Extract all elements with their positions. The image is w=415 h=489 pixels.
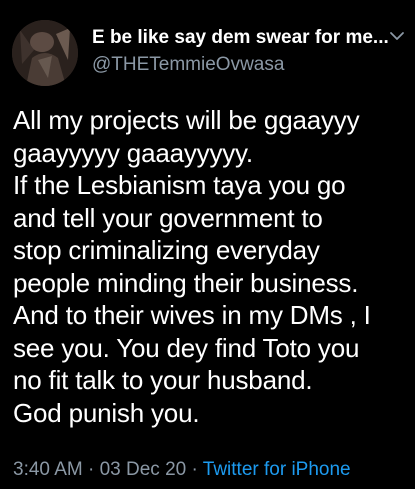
tweet-text-line: people minding their business.: [13, 267, 359, 298]
tweet-text-line: If the Lesbianism taya you go: [13, 170, 346, 200]
tweet-date[interactable]: 03 Dec 20: [100, 459, 187, 480]
avatar[interactable]: [12, 20, 78, 86]
tweet-text-line: God punish you.: [13, 397, 200, 428]
tweet-header: E be like say dem swear for me... @THETe…: [12, 20, 407, 90]
display-name[interactable]: E be like say dem swear for me...: [92, 26, 389, 50]
meta-separator: ·: [88, 459, 100, 480]
avatar-photo-icon: [12, 20, 78, 86]
tweet-text-line: All my projects will be ggaayyy: [13, 105, 360, 135]
tweet-text-line: and tell your government to: [13, 202, 323, 233]
tweet-text: All my projects will be ggaayyy gaayyyyy…: [13, 104, 408, 429]
tweet-text-line: stop criminalizing everyday: [13, 235, 320, 265]
tweet-text-line: see you. You dey find Toto you: [13, 332, 360, 363]
tweet-menu-button[interactable]: [387, 26, 407, 46]
tweet-text-line: gaayyyyy gaaayyyyy.: [13, 137, 253, 168]
tweet-card: E be like say dem swear for me... @THETe…: [0, 0, 415, 489]
user-names: E be like say dem swear for me... @THETe…: [92, 26, 389, 77]
meta-separator: ·: [191, 459, 203, 480]
tweet-text-line: And to their wives in my DMs , I: [13, 300, 371, 330]
chevron-down-icon: [390, 32, 404, 40]
user-handle[interactable]: @THETemmieOvwasa: [92, 53, 382, 77]
tweet-time[interactable]: 3:40 AM: [13, 459, 83, 480]
tweet-meta: 3:40 AM · 03 Dec 20 · Twitter for iPhone: [13, 458, 351, 482]
tweet-source-link[interactable]: Twitter for iPhone: [203, 459, 351, 480]
tweet-text-line: no fit talk to your husband.: [13, 365, 313, 395]
